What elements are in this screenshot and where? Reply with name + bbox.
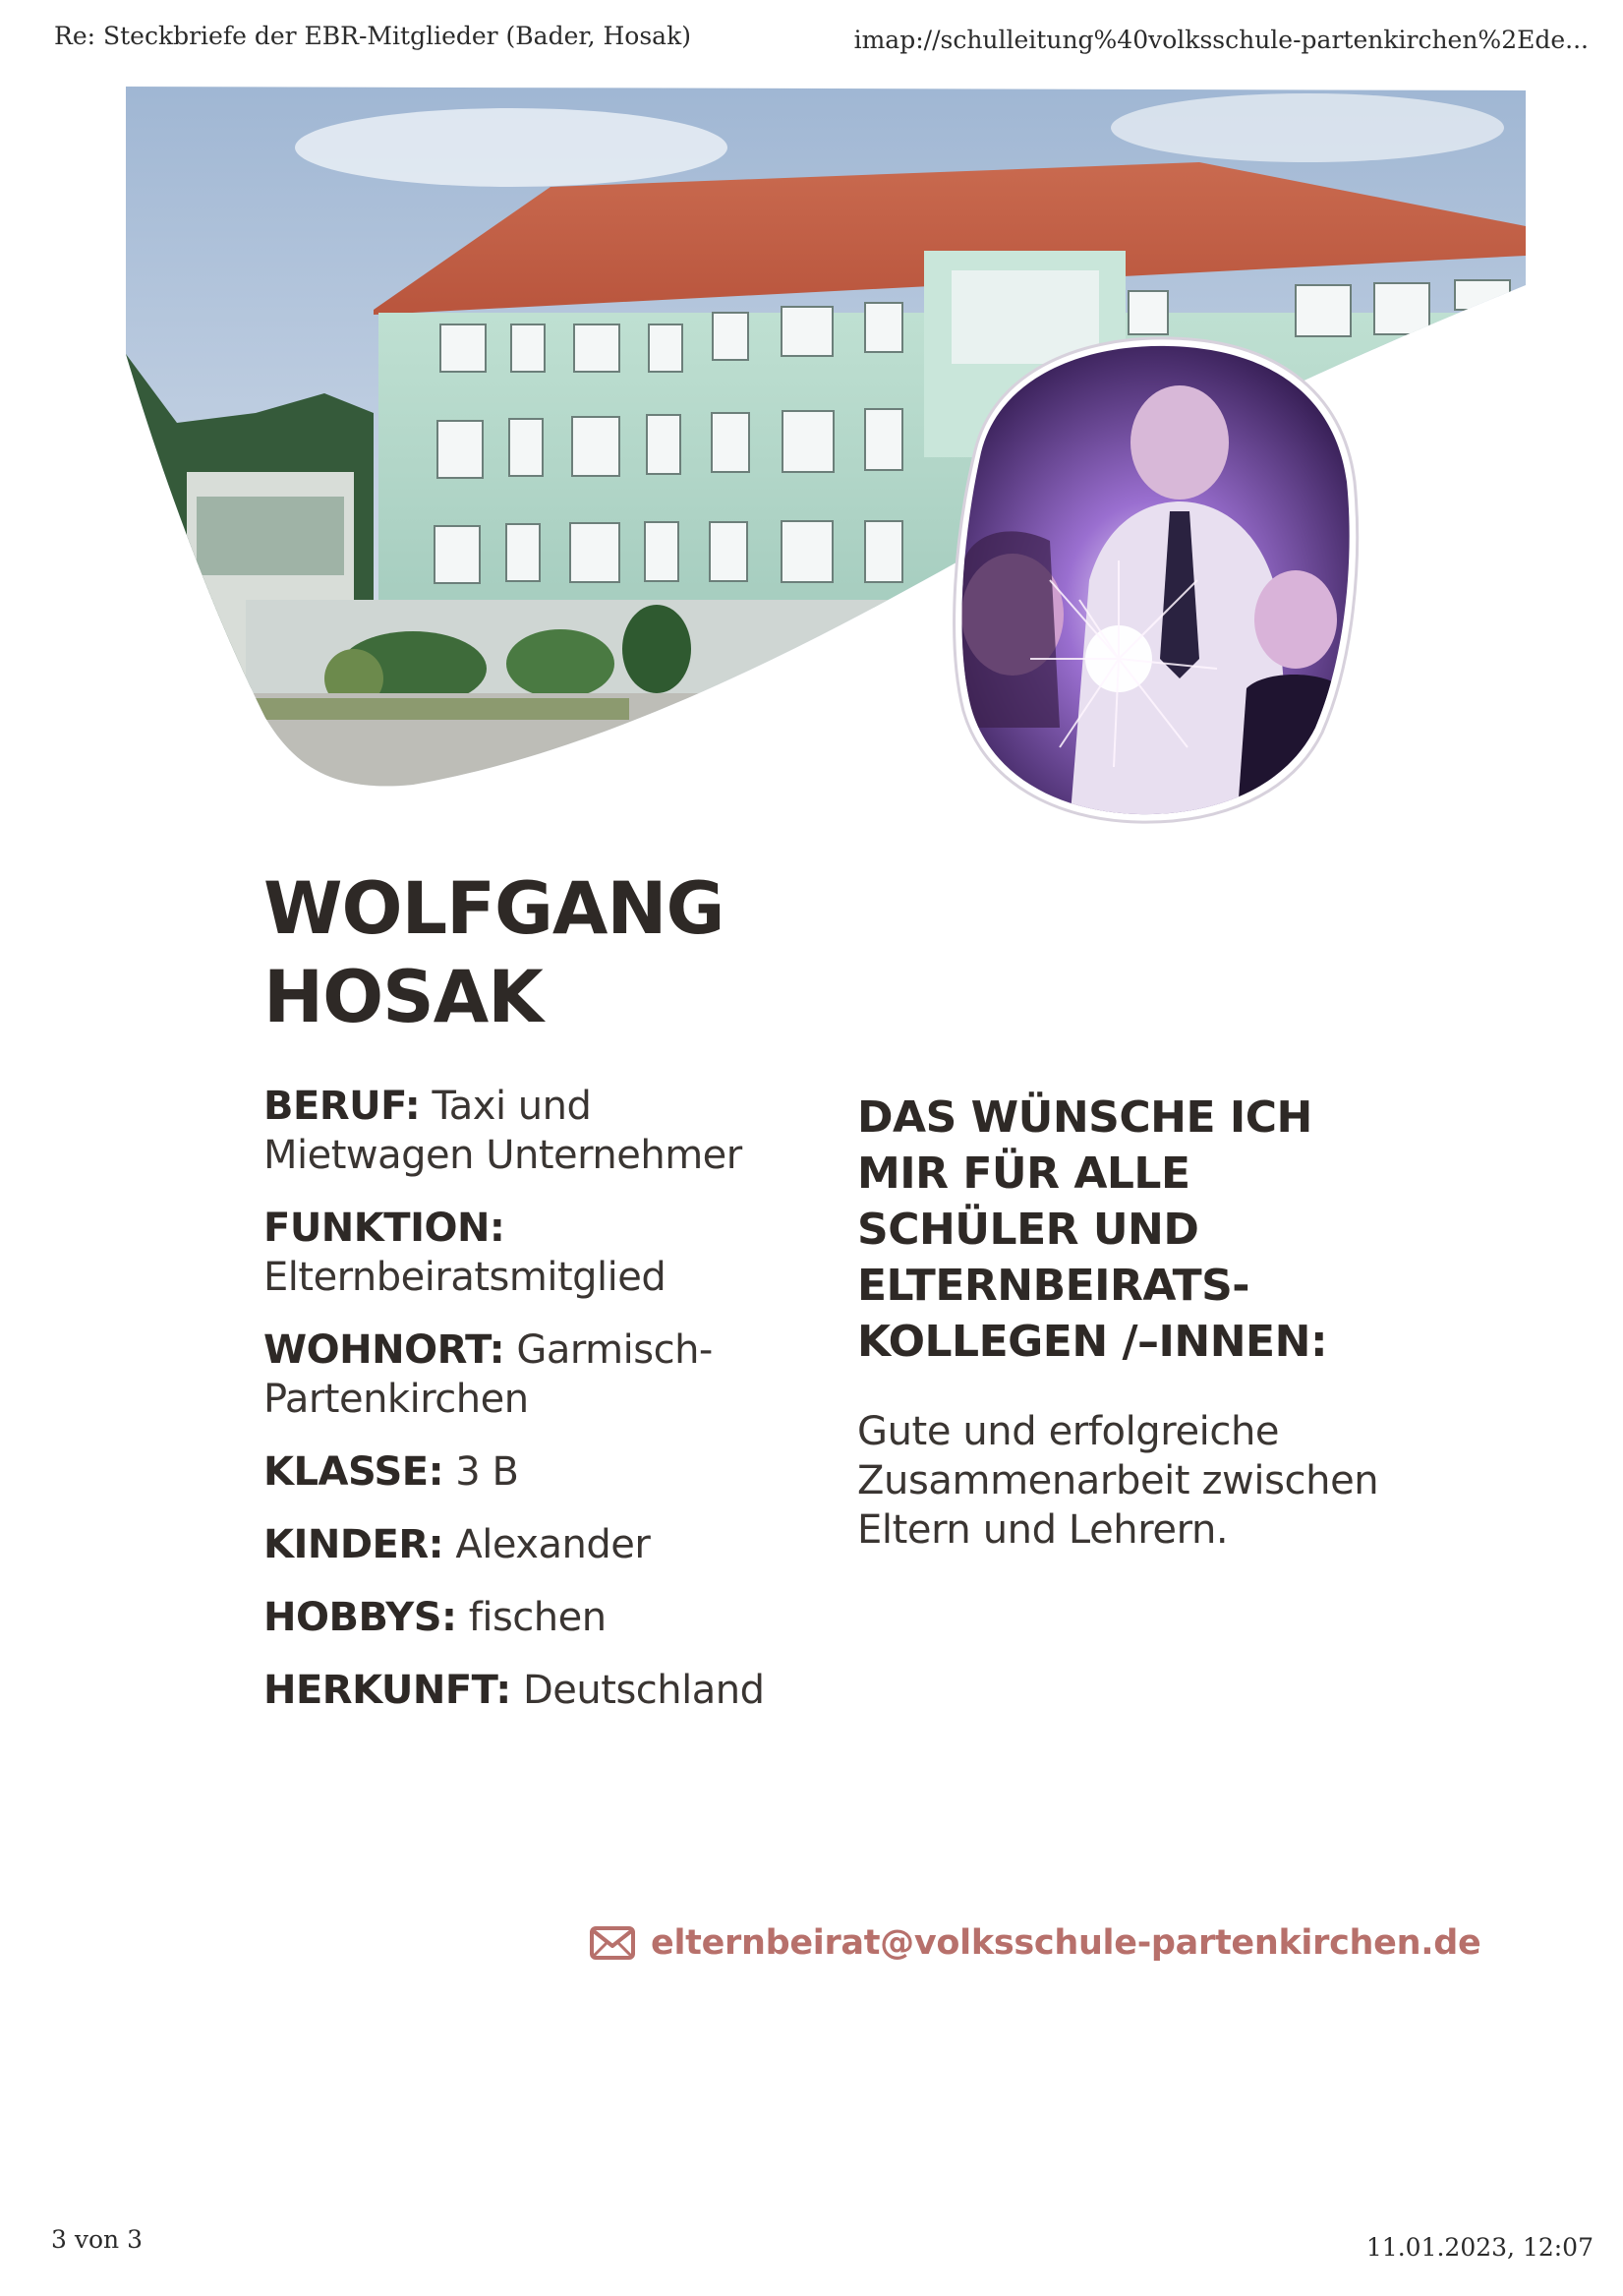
print-footer-datetime: 11.01.2023, 12:07 (1365, 2233, 1594, 2262)
wish-heading: DAS WÜNSCHE ICH MIR FÜR ALLE SCHÜLER UND… (857, 1089, 1408, 1370)
first-name: WOLFGANG (263, 867, 725, 951)
fact-herkunft: HERKUNFT: Deutschland (263, 1666, 814, 1715)
fact-key: FUNKTION: (263, 1206, 505, 1251)
email-address[interactable]: elternbeirat@volksschule-partenkirchen.d… (651, 1923, 1481, 1963)
wish-heading-line: SCHÜLER UND (857, 1205, 1199, 1255)
print-footer-page: 3 von 3 (51, 2225, 143, 2254)
fact-key: HERKUNFT: (263, 1668, 511, 1713)
fact-hobbys: HOBBYS: fischen (263, 1593, 814, 1642)
fact-value: 3 B (443, 1449, 519, 1495)
school-building-photo (0, 0, 1623, 885)
wish-text-line: Eltern und Lehrern. (857, 1507, 1229, 1553)
profile-facts: BERUF: Taxi und Mietwagen Unternehmer FU… (263, 1082, 814, 1738)
wish-heading-line: DAS WÜNSCHE ICH (857, 1092, 1312, 1143)
fact-value: Taxi und (420, 1084, 592, 1129)
wish-heading-line: MIR FÜR ALLE (857, 1148, 1190, 1199)
wish-text: Gute und erfolgreiche Zusammenarbeit zwi… (857, 1407, 1408, 1555)
fact-value-cont: Mietwagen Unternehmer (263, 1133, 742, 1178)
fact-key: WOHNORT: (263, 1327, 505, 1373)
wish-heading-line: ELTERNBEIRATS- (857, 1261, 1250, 1311)
envelope-icon (590, 1926, 635, 1960)
fact-value: Alexander (443, 1522, 651, 1567)
fact-klasse: KLASSE: 3 B (263, 1447, 814, 1497)
fact-value-cont: Partenkirchen (263, 1377, 529, 1422)
person-name: WOLFGANG HOSAK (263, 865, 725, 1042)
wish-text-line: Zusammenarbeit zwischen (857, 1458, 1379, 1503)
fact-funktion: FUNKTION: Elternbeiratsmitglied (263, 1204, 814, 1302)
fact-value: fischen (456, 1595, 607, 1640)
portrait-photo (942, 334, 1364, 826)
fact-key: BERUF: (263, 1084, 421, 1129)
fact-key: KLASSE: (263, 1449, 444, 1495)
fact-wohnort: WOHNORT: Garmisch- Partenkirchen (263, 1325, 814, 1424)
wish-text-line: Gute und erfolgreiche (857, 1409, 1280, 1454)
wish-section: DAS WÜNSCHE ICH MIR FÜR ALLE SCHÜLER UND… (857, 1089, 1408, 1555)
fact-kinder: KINDER: Alexander (263, 1520, 814, 1569)
fact-key: KINDER: (263, 1522, 444, 1567)
fact-beruf: BERUF: Taxi und Mietwagen Unternehmer (263, 1082, 814, 1180)
contact-email-link[interactable]: elternbeirat@volksschule-partenkirchen.d… (590, 1923, 1481, 1963)
fact-key: HOBBYS: (263, 1595, 457, 1640)
fact-value-cont: Elternbeiratsmitglied (263, 1255, 667, 1300)
fact-value: Deutschland (510, 1668, 765, 1713)
wish-heading-line: KOLLEGEN /–INNEN: (857, 1317, 1328, 1367)
fact-value: Garmisch- (504, 1327, 713, 1373)
last-name: HOSAK (263, 956, 544, 1039)
